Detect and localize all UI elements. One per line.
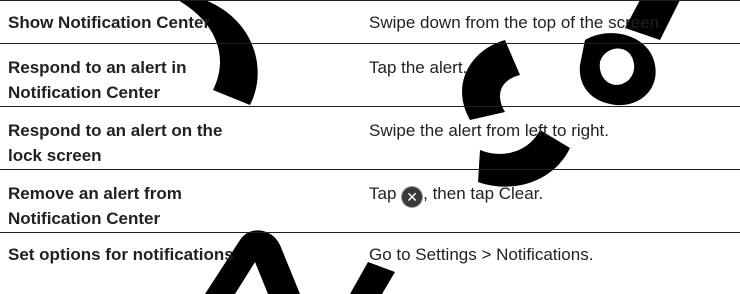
action-cell: Respond to an alert on the lock screen [8, 121, 223, 165]
action-cell: Respond to an alert in Notification Cent… [8, 58, 187, 102]
action-cell: Remove an alert from Notification Center [8, 184, 182, 228]
action-cell: Set options for notifications [8, 245, 234, 264]
instruction-text-after: , then tap Clear. [423, 184, 544, 203]
clear-x-icon: ✕ [402, 187, 423, 207]
instruction-text-before: Tap [369, 184, 402, 203]
gestures-table: Show Notification Center Swipe down from… [0, 0, 740, 271]
instruction-cell: Tap the alert. [369, 58, 468, 77]
table-row: Set options for notifications Go to Sett… [0, 233, 740, 271]
instruction-cell: Swipe down from the top of the screen. [369, 13, 664, 32]
table-row: Show Notification Center Swipe down from… [0, 0, 740, 44]
instruction-cell: Tap ✕, then tap Clear. [369, 181, 739, 207]
table-row: Respond to an alert on the lock screen S… [0, 107, 740, 170]
table-row: Respond to an alert in Notification Cent… [0, 44, 740, 107]
action-cell: Show Notification Center [8, 13, 211, 32]
instruction-cell: Go to Settings > Notifications. [369, 245, 594, 264]
table-row: Remove an alert from Notification Center… [0, 170, 740, 233]
instruction-cell: Swipe the alert from left to right. [369, 121, 609, 140]
